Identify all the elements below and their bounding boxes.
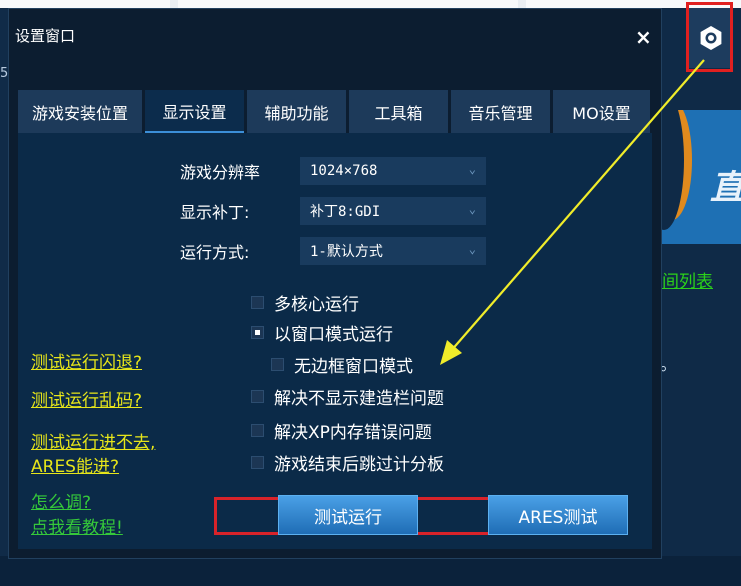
annotation-arrow bbox=[440, 59, 705, 365]
